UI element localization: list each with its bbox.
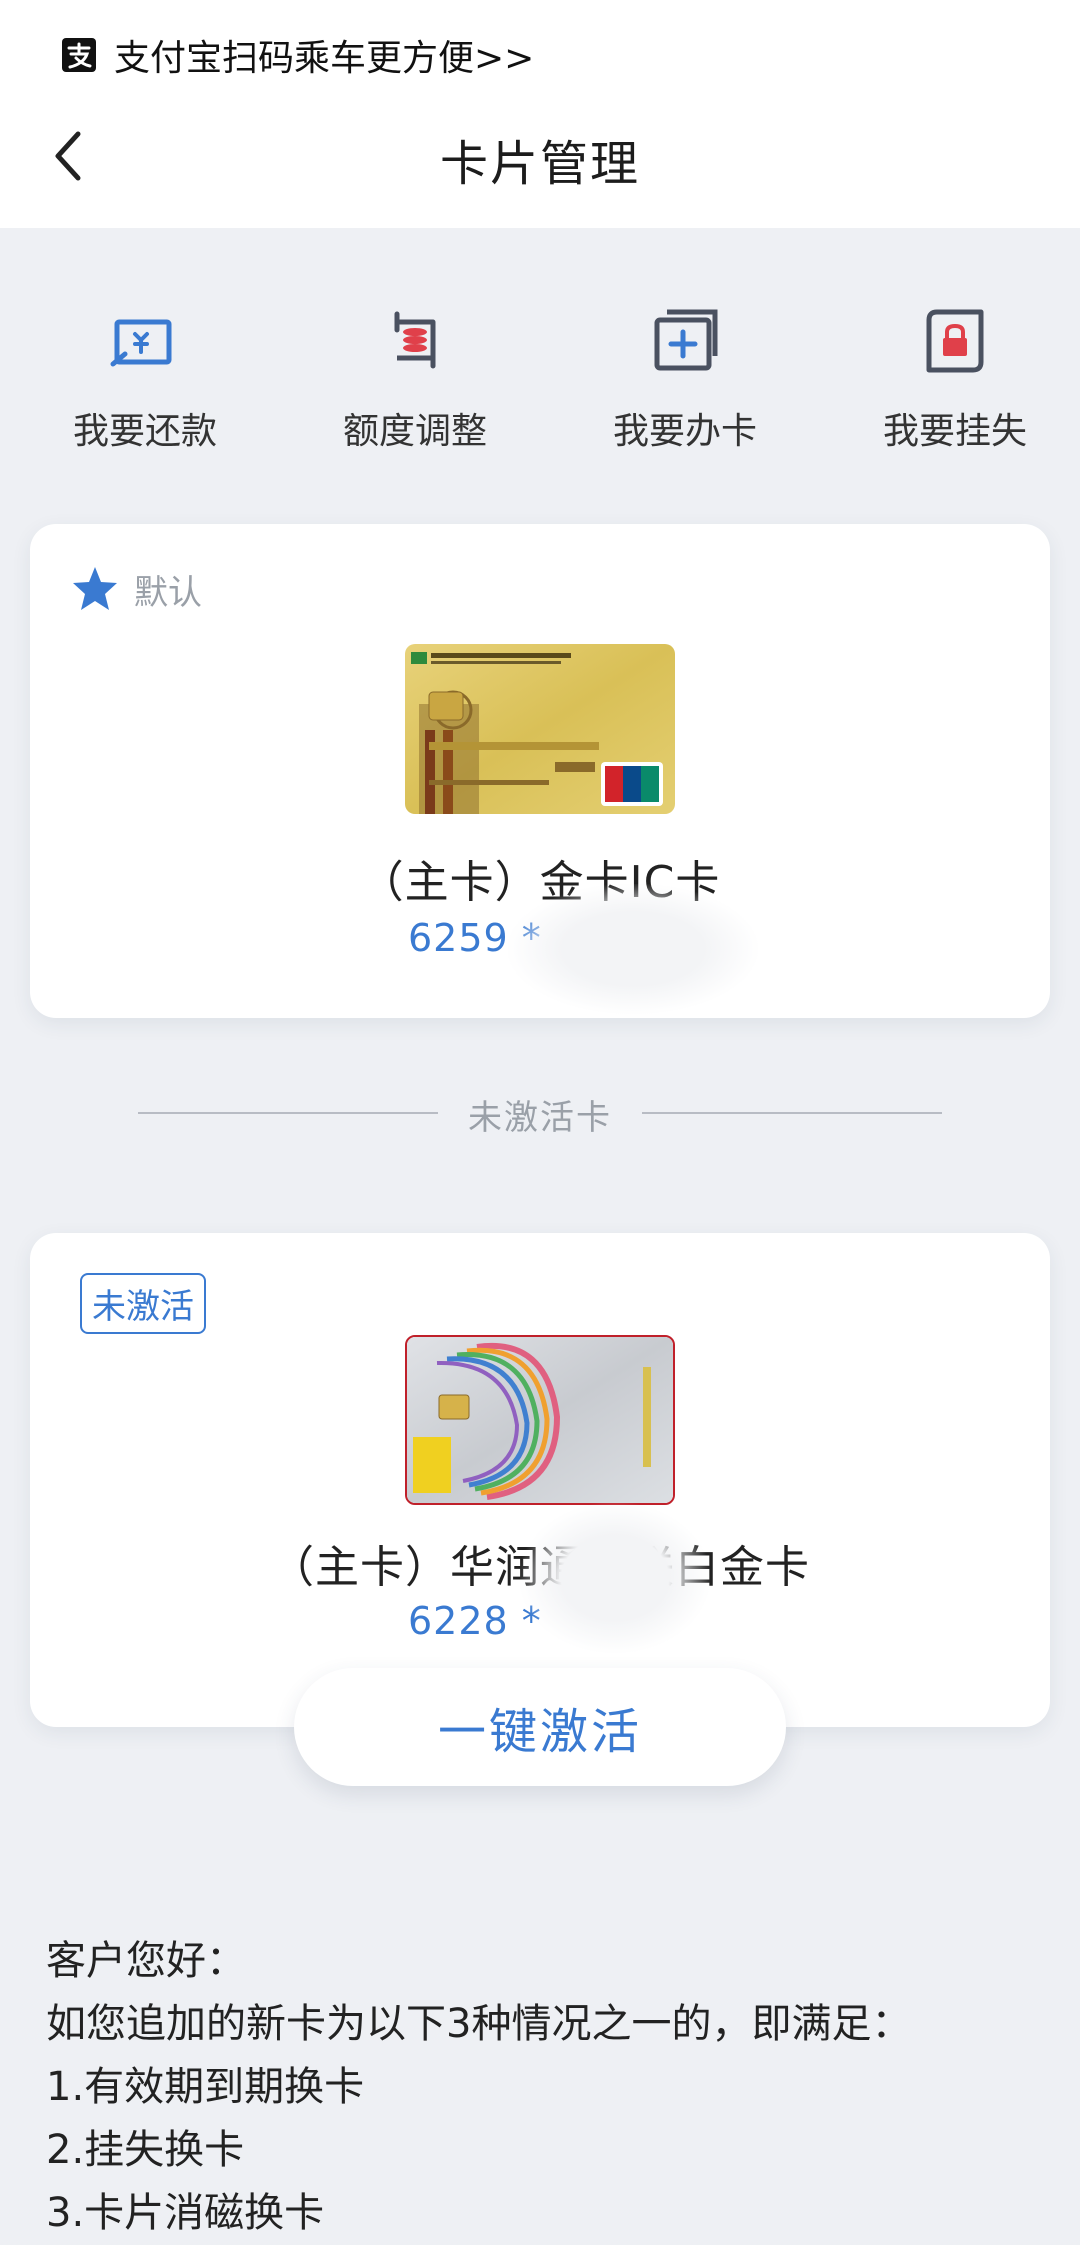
card-item-default[interactable]: 默认 （主卡）金卡IC卡 6259 * [30,524,1050,1018]
apply-card-icon [654,309,718,371]
quick-actions: 我要还款 额度调整 我要办卡 我要挂失 [0,300,1080,480]
masked-number-blur [508,884,758,1014]
nav-bar: 卡片管理 [0,110,1080,200]
alipay-icon [62,38,96,72]
notice-line: 3.卡片消磁换卡 [46,2190,325,2236]
report-loss-icon [926,309,984,373]
action-repay[interactable]: 我要还款 [10,300,280,454]
platinum-card-image [405,1335,675,1505]
action-label: 我要挂失 [882,411,1027,452]
action-label: 我要还款 [72,411,217,452]
inactive-divider: 未激活卡 [138,1082,942,1142]
notice-line: 2.挂失换卡 [46,2127,245,2173]
gold-card-image [405,644,675,814]
default-badge: 默认 [70,564,202,614]
limit-adjust-icon [394,311,436,369]
action-label: 我要办卡 [612,411,757,452]
divider-label: 未激活卡 [468,1098,612,1138]
repay-icon [110,319,172,367]
star-icon [73,567,117,610]
alipay-promo-text: 支付宝扫码乘车更方便>> [114,38,535,79]
notice-line: 1.有效期到期换卡 [46,2064,365,2110]
card-item-inactive[interactable]: 未激活 （主卡）华润通银联白金卡 6228 * [30,1233,1050,1727]
activate-button[interactable]: 一键激活 [294,1668,786,1786]
header-area: 支付宝扫码乘车更方便>> 卡片管理 [0,0,1080,228]
alipay-promo-bar[interactable]: 支付宝扫码乘车更方便>> [62,30,534,80]
page-title: 卡片管理 [439,136,640,192]
notice-line: 客户您好： [46,1938,246,1984]
action-apply-card[interactable]: 我要办卡 [550,300,820,454]
inactive-badge: 未激活 [80,1273,206,1334]
notice-text: 客户您好： 如您追加的新卡为以下3种情况之一的，即满足： 1.有效期到期换卡 2… [46,1930,1046,2245]
notice-line: 如您追加的新卡为以下3种情况之一的，即满足： [46,2001,912,2047]
masked-number-blur [520,1503,710,1653]
action-label: 额度调整 [342,411,487,452]
action-report-loss[interactable]: 我要挂失 [820,300,1080,454]
action-limit-adjust[interactable]: 额度调整 [280,300,550,454]
